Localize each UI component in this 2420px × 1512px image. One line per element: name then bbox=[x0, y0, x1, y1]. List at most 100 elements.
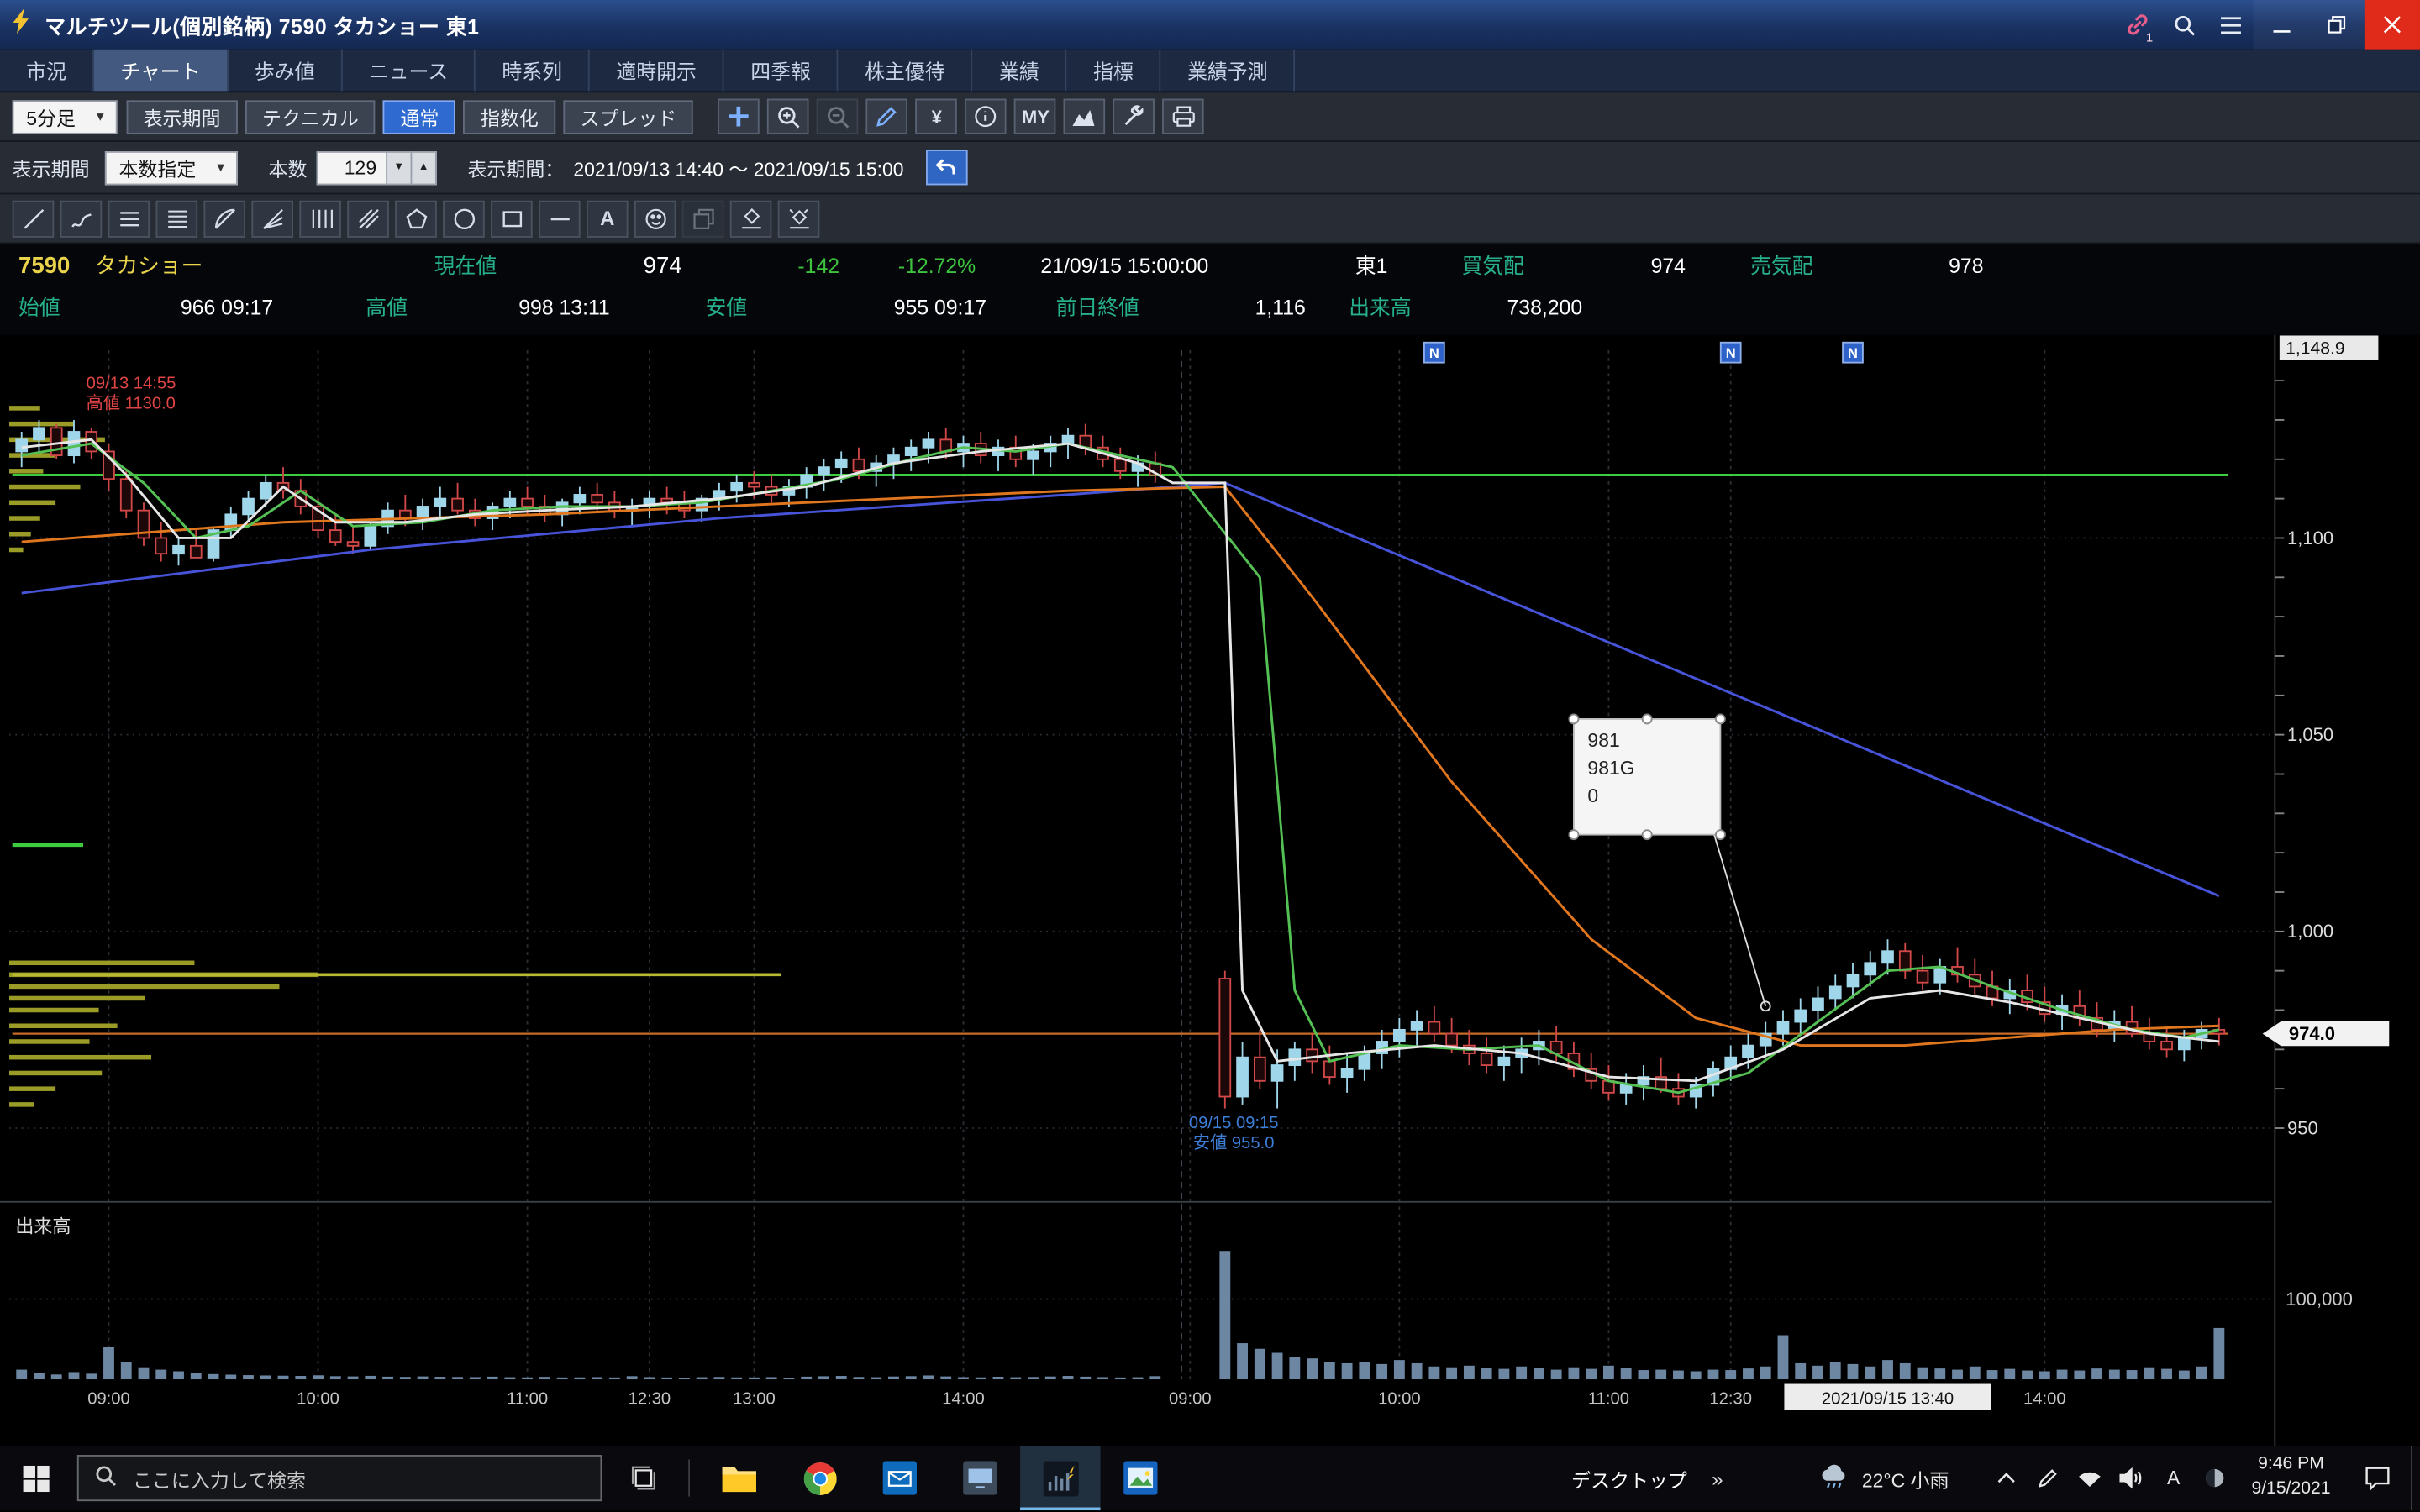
chevron-right-icon[interactable]: » bbox=[1712, 1467, 1723, 1490]
clear-all-tool-icon[interactable] bbox=[778, 200, 820, 237]
draw-mode-icon[interactable] bbox=[866, 99, 908, 134]
screen-share-app-icon[interactable] bbox=[940, 1446, 1021, 1510]
selection-handle[interactable] bbox=[1643, 714, 1652, 723]
tab-shikiho[interactable]: 四季報 bbox=[724, 50, 839, 92]
text-tool-icon[interactable]: A bbox=[587, 200, 629, 237]
chart-area[interactable]: 出来高NNN09/13 14:55高値 1130.009/15 09:15安値 … bbox=[0, 335, 2420, 1446]
candle-body bbox=[34, 428, 45, 439]
trading-app-app-icon[interactable] bbox=[1020, 1446, 1101, 1510]
count-mode-select[interactable]: 本数指定 bbox=[105, 150, 238, 184]
selection-handle[interactable] bbox=[1716, 714, 1725, 723]
chart-toolbar: 5分足 表示期間テクニカル通常指数化スプレッド ¥ MY bbox=[0, 92, 2420, 142]
taskbar-search-input[interactable]: ここに入力して検索 bbox=[77, 1455, 602, 1501]
fan-lines-tool-icon[interactable] bbox=[251, 200, 293, 237]
my-settings-button[interactable]: MY bbox=[1015, 99, 1057, 134]
technical-button[interactable]: テクニカル bbox=[245, 99, 376, 133]
bar-count-input[interactable]: 129 bbox=[316, 150, 436, 184]
tab-time-series[interactable]: 時系列 bbox=[476, 50, 590, 92]
trend-line-tool-icon[interactable] bbox=[13, 200, 55, 237]
grid-lines-tool-icon[interactable] bbox=[156, 200, 198, 237]
chart-style-icon[interactable] bbox=[1064, 99, 1106, 134]
search-icon[interactable] bbox=[2160, 0, 2207, 50]
selection-handle[interactable] bbox=[1569, 830, 1578, 839]
rectangle-tool-icon[interactable] bbox=[491, 200, 533, 237]
timeframe-select[interactable]: 5分足 bbox=[13, 99, 118, 133]
selection-handle[interactable] bbox=[1716, 830, 1725, 839]
tab-chart[interactable]: チャート bbox=[94, 50, 229, 92]
tab-shareholder-benefits[interactable]: 株主優待 bbox=[839, 50, 973, 92]
pentagon-tool-icon[interactable] bbox=[395, 200, 437, 237]
tab-news[interactable]: ニュース bbox=[343, 50, 476, 92]
count-decrement-button[interactable] bbox=[387, 150, 412, 184]
parallel-lines-tool-icon[interactable] bbox=[347, 200, 389, 237]
fibonacci-arc-tool-icon[interactable] bbox=[203, 200, 245, 237]
volume-profile-bar bbox=[9, 1071, 102, 1076]
chrome-app-icon[interactable] bbox=[780, 1446, 860, 1510]
icon-stamp-tool-icon[interactable] bbox=[634, 200, 676, 237]
candle-body bbox=[1412, 1022, 1423, 1030]
freehand-tool-icon[interactable] bbox=[60, 200, 103, 237]
print-icon[interactable] bbox=[1163, 99, 1205, 134]
action-center-button[interactable] bbox=[2346, 1446, 2407, 1510]
volume-bar bbox=[697, 1378, 708, 1379]
display-period-button[interactable]: 表示期間 bbox=[126, 99, 237, 133]
volume-axis-label: 100,000 bbox=[2286, 1289, 2353, 1310]
selection-handle[interactable] bbox=[1569, 714, 1578, 723]
tab-tick[interactable]: 歩み値 bbox=[229, 50, 343, 92]
volume-bar bbox=[434, 1377, 445, 1379]
mail-app-icon[interactable] bbox=[860, 1446, 940, 1510]
reset-period-button[interactable] bbox=[925, 150, 967, 185]
horizontal-segment-tool-icon[interactable] bbox=[539, 200, 581, 237]
menu-icon[interactable] bbox=[2207, 0, 2254, 50]
zoom-in-icon[interactable] bbox=[768, 99, 810, 134]
candle-body bbox=[1865, 963, 1876, 974]
tab-earnings-forecast[interactable]: 業績予測 bbox=[1161, 50, 1296, 92]
tab-earnings[interactable]: 業績 bbox=[973, 50, 1067, 92]
spread-button[interactable]: スプレッド bbox=[563, 99, 693, 133]
minimize-button[interactable] bbox=[2254, 0, 2309, 50]
zoom-out-icon[interactable] bbox=[817, 99, 859, 134]
close-button[interactable] bbox=[2365, 0, 2420, 50]
maximize-button[interactable] bbox=[2309, 0, 2365, 50]
ime-icon[interactable]: A bbox=[2153, 1446, 2195, 1510]
pen-icon[interactable] bbox=[2028, 1446, 2070, 1510]
eraser-tool-icon[interactable] bbox=[730, 200, 772, 237]
price-chart[interactable]: 出来高NNN09/13 14:55高値 1130.009/15 09:15安値 … bbox=[0, 335, 2420, 1446]
count-increment-button[interactable] bbox=[412, 150, 436, 184]
stock-code: 7590 bbox=[18, 253, 70, 279]
duplicate-tool-icon[interactable] bbox=[682, 200, 724, 237]
link-icon[interactable]: 1 bbox=[2114, 0, 2160, 50]
file-explorer-app-icon[interactable] bbox=[699, 1446, 780, 1510]
normal-button[interactable]: 通常 bbox=[383, 99, 455, 133]
crosshair-icon[interactable] bbox=[718, 99, 760, 134]
tools-icon[interactable] bbox=[1113, 99, 1155, 134]
candle-body bbox=[1394, 1030, 1405, 1042]
volume-bar bbox=[1010, 1378, 1021, 1379]
tab-market[interactable]: 市況 bbox=[0, 50, 94, 92]
hidden-icons-icon[interactable] bbox=[1986, 1446, 2028, 1510]
ellipse-tool-icon[interactable] bbox=[443, 200, 485, 237]
taskbar-clock[interactable]: 9:46 PM 9/15/2021 bbox=[2236, 1454, 2346, 1502]
tab-indicators[interactable]: 指標 bbox=[1067, 50, 1161, 92]
candle-body bbox=[854, 459, 865, 471]
horizontal-lines-tool-icon[interactable] bbox=[108, 200, 150, 237]
ime-mode-icon[interactable] bbox=[2195, 1446, 2237, 1510]
volume-bar bbox=[121, 1362, 132, 1379]
info-icon[interactable] bbox=[965, 99, 1007, 134]
tab-timely-disclosure[interactable]: 適時開示 bbox=[590, 50, 724, 92]
candle-body bbox=[434, 499, 445, 507]
yen-scale-button[interactable]: ¥ bbox=[916, 99, 958, 134]
indexed-button[interactable]: 指数化 bbox=[464, 99, 555, 133]
volume-bar bbox=[295, 1376, 306, 1379]
selection-handle[interactable] bbox=[1643, 830, 1652, 839]
vertical-lines-tool-icon[interactable] bbox=[299, 200, 341, 237]
task-view-button[interactable] bbox=[608, 1446, 679, 1510]
weather-widget[interactable]: 22°C 小雨 bbox=[1807, 1462, 1961, 1494]
show-desktop-button[interactable] bbox=[2411, 1446, 2420, 1510]
start-button[interactable] bbox=[0, 1446, 71, 1510]
desktop-toolbar[interactable]: デスクトップ » bbox=[1549, 1463, 1744, 1493]
volume-icon[interactable] bbox=[2111, 1446, 2153, 1510]
network-icon[interactable] bbox=[2070, 1446, 2112, 1510]
volume-bar bbox=[574, 1378, 585, 1379]
photos-app-icon[interactable] bbox=[1101, 1446, 1181, 1510]
